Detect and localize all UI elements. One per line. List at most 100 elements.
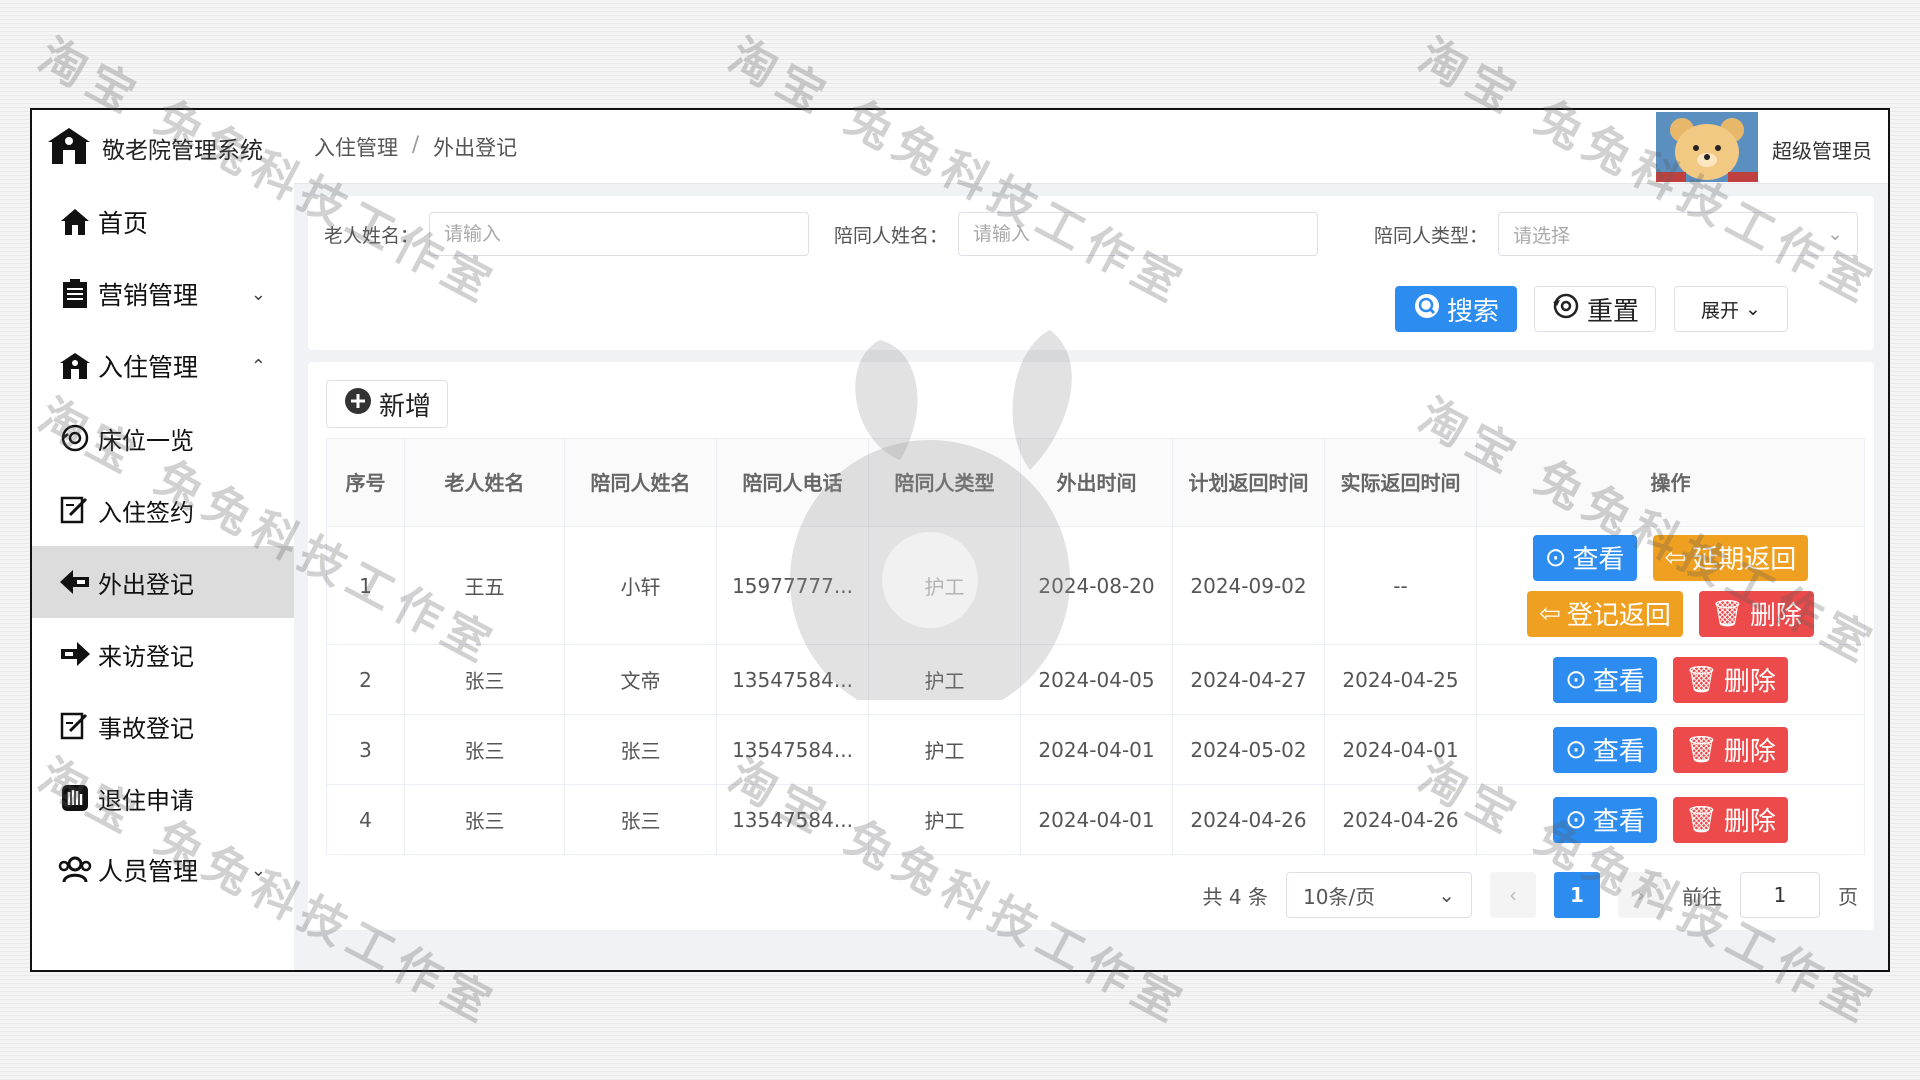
sidebar-item-checkout[interactable]: 退住申请 [32,762,294,834]
pagination: 共 4 条 10条/页 ⌄ ‹ 1 › 前往 页 [1203,872,1858,918]
delete-button[interactable]: 🗑 删除 [1672,726,1788,773]
chevron-down-icon: ⌄ [250,860,266,881]
chevron-down-icon: ⌄ [1827,223,1844,245]
expand-button-label: 展开 [1701,299,1740,322]
add-button[interactable]: 新增 [326,380,448,428]
cell-ops: ⊙ 查看 ⇦ 延期返回 ⇦ 登记返回 🗑 删除 [1476,526,1865,645]
chevron-down-icon: ⌄ [250,284,266,305]
view-button[interactable]: ⊙ 查看 [1532,534,1637,581]
cell-actual-return: 2024-04-01 [1324,714,1477,785]
search-panel: 老人姓名： 陪同人姓名： 陪同人类型： 请选择 ⌄ 搜索 重置 [308,196,1874,350]
edit-icon [58,709,92,743]
sidebar-item-checkin[interactable]: 入住管理 ⌃ [32,330,294,402]
companion-name-input[interactable] [958,212,1319,256]
cell-ops: ⊙ 查看 🗑 删除 [1476,714,1865,785]
goto-page-input[interactable] [1740,872,1820,918]
cell-no: 1 [326,526,405,645]
chevron-down-icon: ⌄ [1438,883,1455,907]
cell-elder: 王五 [404,526,565,645]
sidebar-item-accident[interactable]: 事故登记 [32,690,294,762]
column-header: 外出时间 [1020,438,1173,527]
row-actions: ⊙ 查看 🗑 删除 [1477,796,1864,843]
reset-icon [1551,292,1581,327]
column-header: 陪同人类型 [868,438,1021,527]
view-button[interactable]: ⊙ 查看 [1553,656,1657,703]
page-number-current[interactable]: 1 [1554,872,1600,918]
delete-button[interactable]: 🗑 删除 [1672,656,1788,703]
trash-icon: 🗑 [1684,734,1718,765]
table-row: 1 王五 小轩 15977777... 护工 2024-08-20 2024-0… [326,526,1865,645]
next-page-button[interactable]: › [1618,872,1664,918]
app-window: 敬老院管理系统 首页 营销管理 ⌄ 入住管理 ⌃ 床位一览 入住签约 外出登记 [30,108,1890,972]
select-placeholder: 请选择 [1513,224,1571,247]
cell-plan-return: 2024-04-26 [1172,784,1325,855]
column-header: 操作 [1476,438,1865,527]
cell-out-time: 2024-04-01 [1020,714,1173,785]
sidebar-item-beds[interactable]: 床位一览 [32,402,294,474]
cell-type: 护工 [868,714,1021,785]
sidebar-item-contract[interactable]: 入住签约 [32,474,294,546]
avatar[interactable] [1656,112,1758,186]
trash-icon: 🗑 [1710,598,1744,629]
sidebar-item-visit[interactable]: 来访登记 [32,618,294,690]
back-arrow-icon: ⇦ [1664,542,1687,573]
sidebar-item-label: 来访登记 [98,642,194,671]
view-button[interactable]: ⊙ 查看 [1553,796,1657,843]
delete-label: 删除 [1723,807,1776,837]
delay-return-button[interactable]: ⇦ 延期返回 [1652,534,1809,581]
sign-icon [58,493,92,527]
cell-actual-return: -- [1324,526,1477,645]
top-header: 入住管理 / 外出登记 超级管理员 [294,110,1888,184]
prev-page-button[interactable]: ‹ [1490,872,1536,918]
cell-type: 护工 [868,526,1021,645]
cell-ops: ⊙ 查看 🗑 删除 [1476,784,1865,855]
sidebar-item-staff[interactable]: 人员管理 ⌄ [32,834,294,906]
companion-type-label: 陪同人类型： [1374,224,1489,247]
reset-button[interactable]: 重置 [1534,286,1656,332]
sidebar-item-label: 首页 [98,209,149,238]
table-row: 2 张三 文帝 13547584... 护工 2024-04-05 2024-0… [326,644,1865,715]
page-suffix: 页 [1838,884,1858,909]
column-header: 计划返回时间 [1172,438,1325,527]
register-return-button[interactable]: ⇦ 登记返回 [1527,590,1683,637]
sidebar-item-home[interactable]: 首页 [32,186,294,258]
cell-out-time: 2024-04-01 [1020,784,1173,855]
cell-phone: 15977777... [716,526,869,645]
cell-companion: 张三 [564,714,717,785]
cell-phone: 13547584... [716,784,869,855]
search-icon: ⊙ [1565,734,1587,765]
search-button[interactable]: 搜索 [1395,286,1517,332]
sidebar-item-marketing[interactable]: 营销管理 ⌄ [32,258,294,330]
search-icon [1413,292,1441,327]
cell-no: 3 [326,714,405,785]
cell-out-time: 2024-08-20 [1020,526,1173,645]
view-label: 查看 [1592,667,1645,697]
return-label: 登记返回 [1566,601,1671,631]
delete-button[interactable]: 🗑 删除 [1672,796,1788,843]
reset-button-label: 重置 [1586,296,1639,327]
cell-phone: 13547584... [716,714,869,785]
view-button[interactable]: ⊙ 查看 [1553,726,1657,773]
app-logo[interactable]: 敬老院管理系统 [32,110,294,186]
table-header-row: 序号 老人姓名 陪同人姓名 陪同人电话 陪同人类型 外出时间 计划返回时间 实际… [326,438,1865,527]
breadcrumb-item[interactable]: 入住管理 [314,132,398,162]
column-header: 实际返回时间 [1324,438,1477,527]
home-icon [58,205,92,239]
page-size-value: 10条/页 [1303,884,1376,909]
sidebar-item-label: 事故登记 [98,714,194,743]
user-menu[interactable]: 超级管理员 [1656,112,1872,186]
sidebar-item-label: 入住管理 [98,353,199,382]
search-icon: ⊙ [1544,542,1567,573]
row-actions: ⊙ 查看 ⇦ 延期返回 ⇦ 登记返回 🗑 删除 [1477,534,1864,637]
companion-type-select[interactable]: 请选择 ⌄ [1498,212,1859,256]
building-icon [46,126,92,170]
elder-name-input[interactable] [429,212,810,256]
expand-button[interactable]: 展开 ⌄ [1674,286,1788,332]
add-icon [343,386,373,423]
sidebar-item-label: 人员管理 [98,857,199,886]
sidebar-item-outing[interactable]: 外出登记 [32,546,294,618]
total-count: 共 4 条 [1202,884,1268,909]
page-size-select[interactable]: 10条/页 ⌄ [1286,872,1472,918]
delete-button[interactable]: 🗑 删除 [1698,590,1814,637]
cell-type: 护工 [868,644,1021,715]
